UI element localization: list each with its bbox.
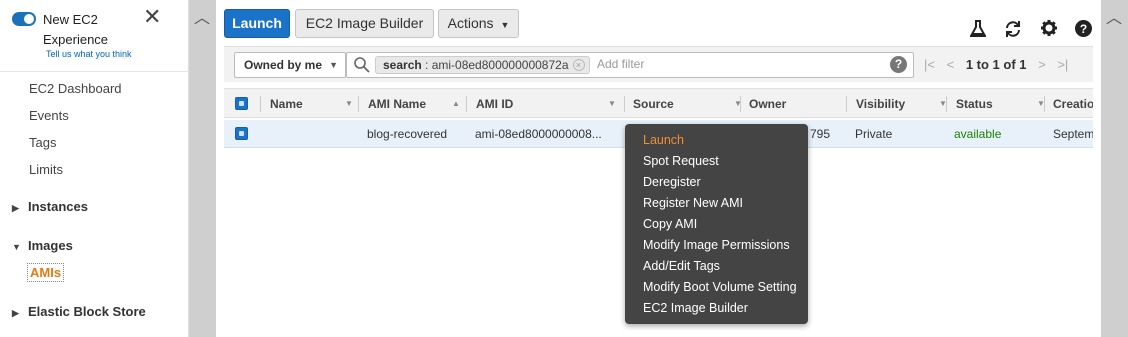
column-header-label: Creatio [1053, 97, 1093, 111]
cell-creation: Septem [1053, 127, 1093, 141]
sidebar-item-events[interactable]: Events [29, 108, 69, 123]
close-icon[interactable]: ✕ [143, 6, 161, 28]
sort-caret-icon: ▼ [345, 99, 353, 108]
prev-page-icon[interactable]: < [947, 57, 955, 72]
pagination: |< < 1 to 1 of 1 > >| [924, 57, 1076, 72]
sidebar-item-amis[interactable]: AMIs [27, 263, 65, 282]
table-header: Name ▼ AMI Name ▲ AMI ID ▼ Source ▼ Owne… [224, 88, 1093, 118]
first-page-icon[interactable]: |< [924, 57, 935, 72]
row-checkbox[interactable] [235, 127, 248, 140]
column-header-label: Visibility [856, 97, 906, 111]
add-filter-placeholder[interactable]: Add filter [597, 57, 644, 71]
last-page-icon[interactable]: >| [1057, 57, 1068, 72]
pager-text: 1 to 1 of 1 [965, 57, 1027, 72]
menu-item-launch[interactable]: Launch [625, 130, 808, 151]
sidebar: New EC2 Experience Tell us what you thin… [0, 0, 189, 337]
filter-bar: Owned by me ▼ search : ami-08ed800000000… [224, 46, 1093, 82]
column-header-label: AMI Name [368, 97, 427, 111]
feedback-link[interactable]: Tell us what you think [46, 49, 132, 59]
cell-visibility: Private [855, 127, 893, 141]
column-header-visibility[interactable]: Visibility ▼ [856, 89, 947, 119]
sort-caret-icon: ▼ [608, 99, 616, 108]
column-header-label: Name [270, 97, 303, 111]
sidebar-section-label: Instances [28, 199, 88, 214]
flask-icon[interactable] [969, 20, 987, 38]
column-header-label: AMI ID [476, 97, 514, 111]
refresh-icon[interactable] [1004, 20, 1022, 38]
search-icon [354, 57, 370, 73]
gear-icon[interactable] [1040, 20, 1058, 38]
select-all-checkbox[interactable] [235, 97, 248, 110]
sidebar-item-limits[interactable]: Limits [29, 162, 63, 177]
column-divider [358, 96, 359, 112]
chip-value: : ami-08ed800000000872a [421, 58, 569, 72]
cell-owner: 795 [810, 127, 831, 141]
owned-by-label: Owned by me [244, 58, 323, 72]
column-header-label: Source [633, 97, 674, 111]
help-icon[interactable]: ? [1074, 20, 1092, 38]
remove-chip-icon[interactable]: × [572, 59, 585, 71]
column-divider [624, 96, 625, 112]
column-header-owner[interactable]: Owner [749, 89, 849, 119]
sidebar-section-elastic-block-store[interactable]: ▶ Elastic Block Store [12, 304, 146, 319]
menu-item-modify-boot-volume-setting[interactable]: Modify Boot Volume Setting [625, 277, 808, 298]
sidebar-item-ec2-dashboard[interactable]: EC2 Dashboard [29, 81, 122, 96]
caret-down-icon: ▼ [12, 242, 21, 252]
caret-right-icon: ▶ [12, 308, 19, 318]
sidebar-item-tags[interactable]: Tags [29, 135, 56, 150]
left-collapse-gutter[interactable]: ︿ [189, 0, 216, 337]
owned-by-dropdown[interactable]: Owned by me ▼ [234, 52, 346, 78]
search-filter-chip: search : ami-08ed800000000872a × [375, 56, 590, 74]
sort-ascending-icon: ▲ [452, 99, 460, 108]
sidebar-section-images[interactable]: ▼ Images [12, 238, 73, 253]
column-divider [1044, 96, 1045, 112]
menu-item-add-edit-tags[interactable]: Add/Edit Tags [625, 256, 808, 277]
menu-item-deregister[interactable]: Deregister [625, 172, 808, 193]
new-experience-toggle[interactable] [12, 12, 36, 26]
column-header-ami-name[interactable]: AMI Name ▲ [368, 89, 466, 119]
actions-button[interactable]: Actions ▼ [438, 9, 519, 38]
caret-right-icon: ▶ [12, 203, 19, 213]
ec2-image-builder-button[interactable]: EC2 Image Builder [295, 9, 434, 38]
launch-button[interactable]: Launch [224, 9, 290, 38]
filter-help-icon[interactable]: ? [890, 56, 907, 73]
actions-label: Actions [447, 15, 494, 31]
column-divider [466, 96, 467, 112]
menu-item-modify-image-permissions[interactable]: Modify Image Permissions [625, 235, 808, 256]
new-experience-title: New EC2 Experience [43, 12, 109, 47]
svg-text:?: ? [1079, 22, 1086, 36]
actions-context-menu: Launch Spot Request Deregister Register … [625, 124, 808, 324]
cell-name [270, 120, 354, 148]
search-filter-input[interactable]: search : ami-08ed800000000872a × Add fil… [346, 52, 914, 78]
column-header-source[interactable]: Source ▼ [633, 89, 742, 119]
chevron-down-icon: ▼ [329, 60, 338, 70]
column-divider [846, 96, 847, 112]
column-header-label: Owner [749, 97, 787, 111]
column-header-status[interactable]: Status ▼ [956, 89, 1045, 119]
sidebar-divider [0, 71, 189, 72]
column-header-name[interactable]: Name ▼ [270, 89, 354, 119]
next-page-icon[interactable]: > [1038, 57, 1046, 72]
cell-ami-name: blog-recovered [367, 127, 448, 141]
chevron-up-icon[interactable]: ︿ [194, 4, 210, 28]
chevron-down-icon: ▼ [500, 20, 510, 30]
cell-status: available [954, 127, 1002, 141]
sidebar-section-label: Elastic Block Store [28, 304, 146, 319]
chevron-up-icon[interactable]: ︿ [1106, 4, 1122, 28]
right-collapse-gutter[interactable]: ︿ [1101, 0, 1128, 337]
column-header-ami-id[interactable]: AMI ID ▼ [476, 89, 616, 119]
column-header-label: Status [956, 97, 993, 111]
sidebar-section-instances[interactable]: ▶ Instances [12, 199, 88, 214]
menu-item-ec2-image-builder[interactable]: EC2 Image Builder [625, 298, 808, 319]
column-divider [260, 96, 261, 112]
column-divider [740, 96, 741, 112]
column-divider [946, 96, 947, 112]
menu-item-register-new-ami[interactable]: Register New AMI [625, 193, 808, 214]
column-header-creation[interactable]: Creatio [1053, 89, 1093, 119]
chip-key: search [383, 58, 422, 72]
menu-item-copy-ami[interactable]: Copy AMI [625, 214, 808, 235]
cell-ami-id: ami-08ed8000000008... [475, 127, 602, 141]
sidebar-section-label: Images [28, 238, 73, 253]
menu-item-spot-request[interactable]: Spot Request [625, 151, 808, 172]
